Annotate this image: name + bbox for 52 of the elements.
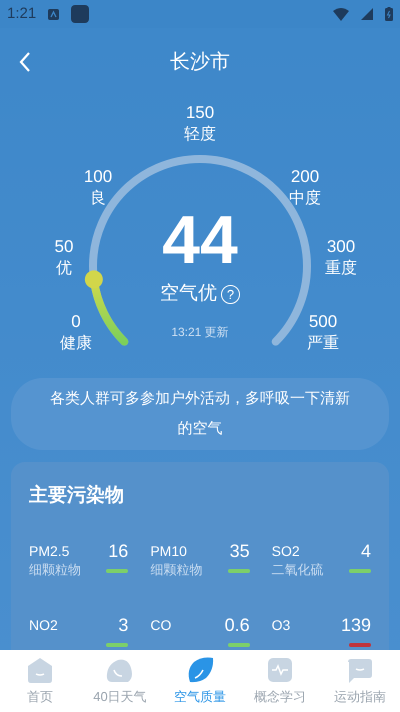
pollutant-code: PM2.5 xyxy=(29,542,70,560)
scale-value: 300 xyxy=(326,236,356,258)
pollutant-name: 细颗粒物 xyxy=(29,560,81,578)
scale-label: 健康 xyxy=(60,334,92,354)
update-time: 13:21 更新 xyxy=(171,324,229,340)
signal-icon xyxy=(361,8,373,20)
scale-value: 100 xyxy=(84,166,112,188)
scale-label: 中度 xyxy=(289,188,321,209)
chat-bubble-icon xyxy=(346,656,374,684)
nav-tab[interactable]: 运动指南 xyxy=(320,650,400,712)
chevron-left-icon xyxy=(19,51,31,73)
aqi-value: 44 xyxy=(162,204,238,276)
notification-icon xyxy=(48,8,60,20)
scale-value: 200 xyxy=(290,166,320,188)
leaf-icon xyxy=(186,656,214,684)
scale-value: 500 xyxy=(308,311,338,333)
pollutant-code: SO2 xyxy=(272,542,301,560)
pollutant-value: 16 xyxy=(108,540,128,560)
scale-value: 0 xyxy=(71,311,81,333)
wifi-icon xyxy=(333,8,349,20)
pollutant-code: O3 xyxy=(272,616,290,634)
pollutant-code: NO2 xyxy=(29,616,58,634)
pollutant-code: PM10 xyxy=(150,542,188,560)
pollutant-name: 细颗粒物 xyxy=(150,560,202,578)
battery-icon xyxy=(385,7,393,21)
air-quality-label: 空气优 xyxy=(160,282,217,306)
scale-label: 重度 xyxy=(325,258,357,279)
help-icon[interactable]: ? xyxy=(221,284,240,304)
pollutant-value: 35 xyxy=(230,540,250,560)
nav-tab[interactable]: 概念学习 xyxy=(240,650,320,712)
scale-label: 优 xyxy=(56,259,72,279)
pollutant-name: 二氧化硫 xyxy=(272,560,324,578)
nav-tab[interactable]: 首页 xyxy=(0,650,80,712)
pollutant-value: 4 xyxy=(360,540,371,560)
pulse-icon xyxy=(266,656,294,684)
home-icon xyxy=(26,656,54,684)
scale-value: 50 xyxy=(54,236,74,258)
scale-label: 良 xyxy=(90,188,106,209)
pollutant-value: 139 xyxy=(340,614,371,634)
advice-banner: 各类人群可多参加户外活动，多呼吸一下清新的空气 xyxy=(11,378,389,450)
nav-tab[interactable]: 40日天气 xyxy=(80,650,160,712)
pollutant-value: 3 xyxy=(118,614,128,634)
scale-label: 轻度 xyxy=(184,124,216,145)
app-icon xyxy=(71,5,90,23)
scale-label: 严重 xyxy=(307,334,339,354)
section-title: 主要污染物 xyxy=(29,484,125,508)
pollutant-code: CO xyxy=(150,616,172,634)
nav-tab[interactable]: 空气质量 xyxy=(160,650,240,712)
status-time: 1:21 xyxy=(7,4,36,24)
pollutant-value: 0.6 xyxy=(224,614,250,634)
city-title: 长沙市 xyxy=(170,50,230,75)
scale-value: 150 xyxy=(186,102,214,124)
